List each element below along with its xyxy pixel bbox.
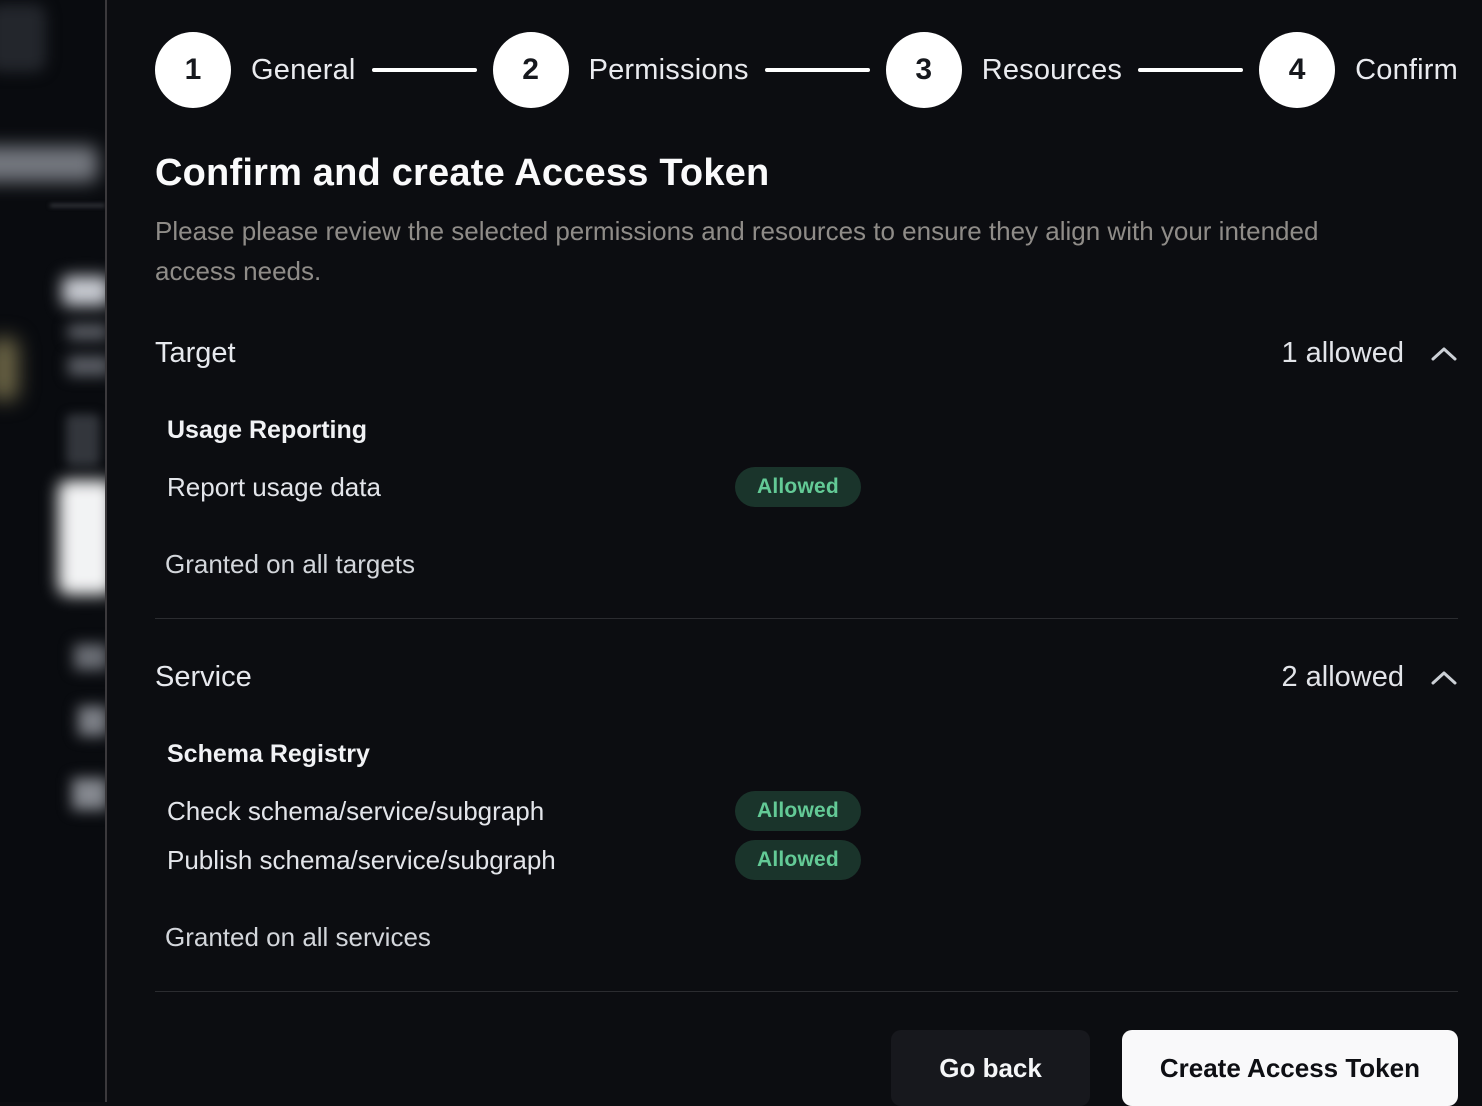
permission-label: Report usage data <box>167 472 735 503</box>
modal-footer: Go back Create Access Token <box>155 1030 1458 1106</box>
blurred-text <box>74 644 105 670</box>
step-connector <box>1138 68 1243 72</box>
blurred-text <box>72 778 105 810</box>
status-badge-allowed: Allowed <box>735 791 861 831</box>
step-number-circle: 4 <box>1259 32 1335 108</box>
section-header-service[interactable]: Service 2 allowed <box>155 661 1458 694</box>
page-title: Confirm and create Access Token <box>155 152 1458 195</box>
blurred-logo <box>0 4 46 72</box>
step-number: 2 <box>522 53 539 87</box>
target-permission-group: Usage Reporting Report usage data Allowe… <box>167 416 1458 507</box>
step-label: Permissions <box>589 54 749 87</box>
step-general[interactable]: 1 General <box>155 32 356 108</box>
blurred-divider <box>50 204 105 207</box>
permission-row: Check schema/service/subgraph Allowed <box>167 791 1458 831</box>
step-number-circle: 2 <box>493 32 569 108</box>
step-number-circle: 3 <box>886 32 962 108</box>
allowed-count-badge: 2 allowed <box>1281 661 1404 694</box>
allowed-count-badge: 1 allowed <box>1281 337 1404 370</box>
section-divider <box>155 618 1458 619</box>
permission-row: Report usage data Allowed <box>167 467 1458 507</box>
blurred-icon <box>66 414 100 466</box>
permission-label: Check schema/service/subgraph <box>167 796 735 827</box>
group-title: Schema Registry <box>167 740 1458 769</box>
permission-row: Publish schema/service/subgraph Allowed <box>167 840 1458 880</box>
step-number: 3 <box>915 53 932 87</box>
status-badge-allowed: Allowed <box>735 467 861 507</box>
blurred-nav-text <box>0 146 98 182</box>
blurred-heading-text <box>62 276 105 306</box>
step-label: Resources <box>982 54 1122 87</box>
chevron-up-icon[interactable] <box>1430 345 1458 363</box>
step-connector <box>372 68 477 72</box>
granted-note: Granted on all services <box>165 922 1458 953</box>
step-label: Confirm <box>1355 54 1458 87</box>
step-number-circle: 1 <box>155 32 231 108</box>
page-subtitle: Please please review the selected permis… <box>155 211 1385 291</box>
step-number: 4 <box>1289 53 1306 87</box>
blurred-accent-shape <box>0 338 18 400</box>
blurred-white-button <box>58 480 105 595</box>
footer-divider <box>155 991 1458 992</box>
granted-note: Granted on all targets <box>165 549 1458 580</box>
go-back-button[interactable]: Go back <box>891 1030 1090 1106</box>
blurred-text <box>78 706 105 736</box>
step-label: General <box>251 54 356 87</box>
step-confirm[interactable]: 4 Confirm <box>1259 32 1458 108</box>
blurred-body-text <box>68 356 105 376</box>
create-access-token-modal: 1 General 2 Permissions 3 Resources 4 Co… <box>105 0 1482 1102</box>
permission-label: Publish schema/service/subgraph <box>167 845 735 876</box>
status-badge-allowed: Allowed <box>735 840 861 880</box>
step-resources[interactable]: 3 Resources <box>886 32 1122 108</box>
chevron-up-icon[interactable] <box>1430 669 1458 687</box>
section-name: Target <box>155 337 236 370</box>
step-permissions[interactable]: 2 Permissions <box>493 32 749 108</box>
background-app-strip <box>0 0 105 1102</box>
blurred-body-text <box>68 324 105 340</box>
wizard-stepper: 1 General 2 Permissions 3 Resources 4 Co… <box>155 32 1458 108</box>
section-name: Service <box>155 661 252 694</box>
create-access-token-button[interactable]: Create Access Token <box>1122 1030 1458 1106</box>
step-connector <box>765 68 870 72</box>
group-title: Usage Reporting <box>167 416 1458 445</box>
section-header-target[interactable]: Target 1 allowed <box>155 337 1458 370</box>
service-permission-group: Schema Registry Check schema/service/sub… <box>167 740 1458 880</box>
step-number: 1 <box>185 53 202 87</box>
